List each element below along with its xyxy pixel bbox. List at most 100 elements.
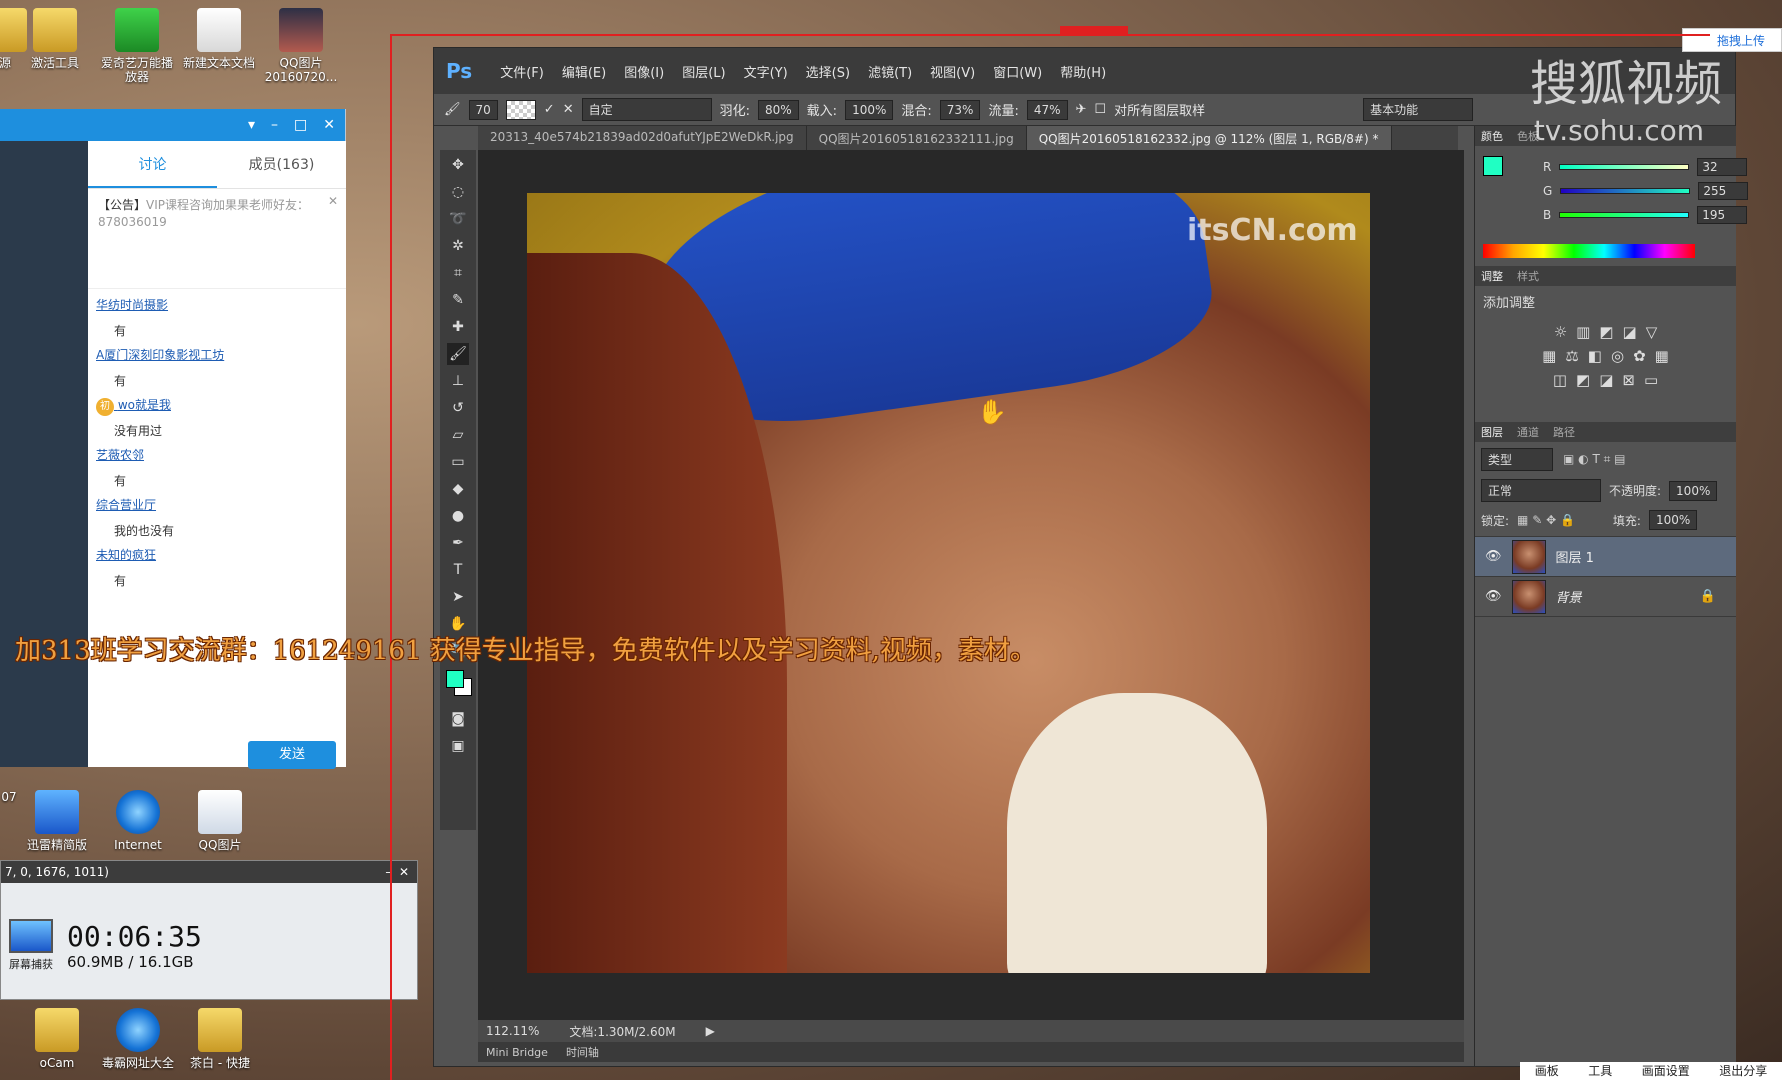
layer-name[interactable]: 图层 1 bbox=[1556, 547, 1594, 566]
no-load-icon[interactable]: ✕ bbox=[563, 102, 574, 117]
desktop-icon-qq[interactable]: QQ图片 bbox=[181, 790, 259, 852]
dodge-tool-icon[interactable]: ● bbox=[447, 505, 469, 527]
blend-mode-select[interactable]: 正常 bbox=[1481, 479, 1601, 502]
opacity-input[interactable]: 100% bbox=[1669, 480, 1718, 501]
layer-row[interactable]: 👁 背景 🔒 bbox=[1475, 577, 1736, 617]
menu-file[interactable]: 文件(F) bbox=[500, 62, 544, 81]
desktop-icon-activate[interactable]: 激活工具 bbox=[16, 8, 94, 70]
menu-view[interactable]: 视图(V) bbox=[930, 62, 975, 81]
marquee-tool-icon[interactable]: ◌ bbox=[447, 181, 469, 203]
upload-badge[interactable]: 拖拽上传 bbox=[1682, 28, 1782, 52]
toolbar-tools[interactable]: 工具 bbox=[1588, 1062, 1612, 1080]
threshold-icon[interactable]: ◪ bbox=[1599, 371, 1613, 389]
play-icon[interactable]: ▶ bbox=[706, 1024, 715, 1038]
curves-icon[interactable]: ◩ bbox=[1599, 323, 1613, 341]
gradient-icon[interactable]: ▭ bbox=[447, 451, 469, 473]
lasso-tool-icon[interactable]: ➰ bbox=[447, 208, 469, 230]
message-sender[interactable]: A厦门深刻印象影视工坊 bbox=[96, 346, 338, 363]
tab-adjustments[interactable]: 调整 bbox=[1481, 268, 1503, 284]
eyedropper-icon[interactable]: ✎ bbox=[447, 289, 469, 311]
tab-paths[interactable]: 路径 bbox=[1553, 424, 1575, 440]
toolbar-exit-share[interactable]: 退出分享 bbox=[1719, 1062, 1767, 1080]
desktop-icon-duba[interactable]: 毒霸网址大全 bbox=[99, 1008, 177, 1070]
desktop-icon-ocam[interactable]: oCam bbox=[18, 1008, 96, 1070]
photo-filter-icon[interactable]: ◎ bbox=[1611, 347, 1624, 365]
levels-icon[interactable]: ▥ bbox=[1576, 323, 1590, 341]
type-tool-icon[interactable]: T bbox=[447, 559, 469, 581]
slider-g[interactable]: G 255 bbox=[1543, 182, 1749, 200]
message-sender[interactable]: 综合营业厅 bbox=[96, 496, 338, 513]
close-icon[interactable]: – ✕ bbox=[385, 861, 409, 883]
flow-input[interactable]: 47% bbox=[1026, 99, 1068, 120]
mix-input[interactable]: 73% bbox=[939, 99, 981, 120]
toolbar-settings[interactable]: 画面设置 bbox=[1642, 1062, 1690, 1080]
layer-kind-select[interactable]: 类型 bbox=[1481, 448, 1553, 471]
color-swatches[interactable] bbox=[444, 668, 476, 704]
magic-wand-icon[interactable]: ✲ bbox=[447, 235, 469, 257]
send-button[interactable]: 发送 bbox=[248, 741, 336, 769]
quick-mask-icon[interactable]: ◙ bbox=[447, 708, 469, 730]
menu-image[interactable]: 图像(I) bbox=[624, 62, 664, 81]
foreground-color[interactable] bbox=[446, 670, 464, 688]
workspace-select[interactable]: 基本功能 bbox=[1363, 98, 1474, 121]
fg-swatch[interactable] bbox=[1483, 156, 1503, 176]
path-select-icon[interactable]: ➤ bbox=[447, 586, 469, 608]
message-sender[interactable]: 艺薇农邻 bbox=[96, 446, 338, 463]
screen-mode-icon[interactable]: ▣ bbox=[447, 735, 469, 757]
selective-color-icon[interactable]: ⊠ bbox=[1622, 371, 1635, 389]
stamp-tool-icon[interactable]: ⊥ bbox=[447, 370, 469, 392]
tab-members[interactable]: 成员(163) bbox=[217, 141, 346, 188]
menu-type[interactable]: 文字(Y) bbox=[744, 62, 788, 81]
mixer-brush-icon[interactable]: 🖌 bbox=[444, 102, 461, 117]
close-icon[interactable]: ✕ bbox=[328, 193, 338, 210]
menu-edit[interactable]: 编辑(E) bbox=[562, 62, 606, 81]
menu-layer[interactable]: 图层(L) bbox=[682, 62, 725, 81]
brush-tool-icon[interactable]: 🖌 bbox=[447, 343, 469, 365]
zoom-level[interactable]: 112.11% bbox=[486, 1024, 539, 1038]
wet-input[interactable]: 80% bbox=[758, 99, 799, 120]
dropdown-icon[interactable]: ▾ bbox=[248, 117, 255, 133]
menu-window[interactable]: 窗口(W) bbox=[993, 62, 1042, 81]
posterize-icon[interactable]: ◩ bbox=[1576, 371, 1590, 389]
fill-input[interactable]: 100% bbox=[1648, 510, 1698, 530]
desktop-icon-ie[interactable]: Internet bbox=[99, 790, 177, 852]
pen-tool-icon[interactable]: ✒ bbox=[447, 532, 469, 554]
eye-icon[interactable]: 👁 bbox=[1485, 589, 1502, 604]
message-sender[interactable]: wo就是我 bbox=[118, 398, 171, 412]
airbrush-icon[interactable]: ✈ bbox=[1076, 102, 1087, 117]
recorder-capture[interactable]: 屏幕捕获 bbox=[9, 919, 53, 972]
balance-icon[interactable]: ⚖ bbox=[1565, 347, 1578, 365]
message-sender[interactable]: 未知的疯狂 bbox=[96, 546, 338, 563]
message-sender[interactable]: 华纺时尚摄影 bbox=[96, 296, 338, 313]
toolbar-board[interactable]: 画板 bbox=[1535, 1062, 1559, 1080]
lookup-icon[interactable]: ▦ bbox=[1655, 347, 1669, 365]
tab-styles[interactable]: 样式 bbox=[1517, 268, 1539, 284]
layer-name[interactable]: 背景 bbox=[1556, 587, 1582, 606]
doc-tab[interactable]: 20313_40e574b21839ad02d0afutYJpE2WeDkR.j… bbox=[478, 126, 807, 150]
sample-all-checkbox[interactable]: ☐ bbox=[1094, 102, 1106, 117]
slider-r[interactable]: R 32 bbox=[1543, 158, 1748, 176]
healing-brush-icon[interactable]: ✚ bbox=[447, 316, 469, 338]
desktop-icon-qqimage[interactable]: QQ图片20160720... bbox=[262, 8, 340, 84]
eraser-icon[interactable]: ▱ bbox=[447, 424, 469, 446]
desktop-icon-shortcut[interactable]: 茶白 - 快捷 bbox=[181, 1008, 259, 1070]
menu-filter[interactable]: 滤镜(T) bbox=[868, 62, 912, 81]
mixer-icon[interactable]: ✿ bbox=[1633, 347, 1646, 365]
bw-icon[interactable]: ◧ bbox=[1588, 347, 1602, 365]
doc-tab[interactable]: QQ图片20160518162332111.jpg bbox=[807, 126, 1027, 150]
crop-tool-icon[interactable]: ⌗ bbox=[447, 262, 469, 284]
gradient-map-icon[interactable]: ▭ bbox=[1644, 371, 1658, 389]
tab-timeline[interactable]: 时间轴 bbox=[566, 1044, 599, 1060]
hue-icon[interactable]: ▦ bbox=[1542, 347, 1556, 365]
load-input[interactable]: 100% bbox=[845, 99, 894, 120]
clean-brush-icon[interactable]: ✓ bbox=[544, 102, 555, 117]
lock-icons[interactable]: ▦ ✎ ✥ 🔒 bbox=[1517, 513, 1575, 527]
tab-discussion[interactable]: 讨论 bbox=[88, 141, 217, 188]
desktop-icon-textdoc[interactable]: 新建文本文档 bbox=[180, 8, 258, 70]
slider-b[interactable]: B 195 bbox=[1543, 206, 1748, 224]
maximize-icon[interactable]: □ bbox=[294, 117, 307, 133]
eye-icon[interactable]: 👁 bbox=[1485, 549, 1502, 564]
preset-select[interactable]: 自定 bbox=[581, 98, 712, 121]
brush-size-picker[interactable]: 70 bbox=[468, 99, 498, 120]
vibrance-icon[interactable]: ▽ bbox=[1646, 323, 1658, 341]
